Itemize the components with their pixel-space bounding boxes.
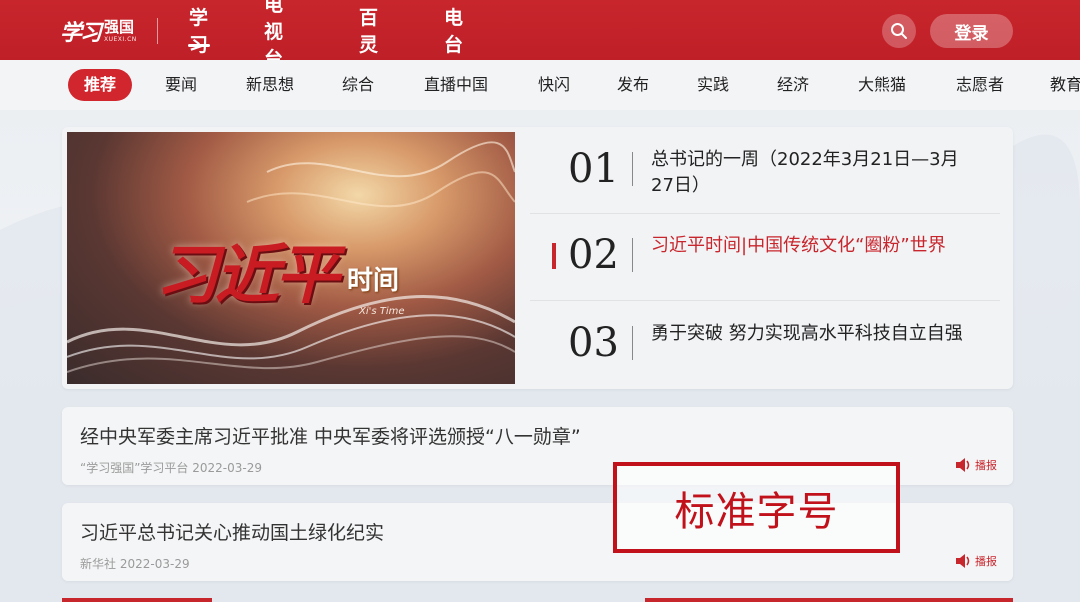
bottom-progress-strip <box>645 598 1013 602</box>
ranking-item-3[interactable]: 03 勇于突破 努力实现高水平科技自立自强 <box>568 321 1038 365</box>
ranking-divider <box>530 213 1000 214</box>
category-tab-volunteer[interactable]: 志愿者 <box>956 69 1004 101</box>
category-tab-panda[interactable]: 大熊猫 <box>858 69 906 101</box>
category-tab-flash[interactable]: 快闪 <box>538 69 570 101</box>
broadcast-button[interactable]: 播报 <box>955 457 997 473</box>
category-tab-live-china[interactable]: 直播中国 <box>424 69 488 101</box>
search-button[interactable] <box>882 14 916 48</box>
category-tab-general[interactable]: 综合 <box>342 69 374 101</box>
nav-item-tv[interactable]: 电视台 <box>264 0 283 70</box>
nav-item-bailing[interactable]: 百灵 <box>359 0 378 60</box>
category-bar: 推荐 要闻 新思想 综合 直播中国 快闪 发布 实践 经济 大熊猫 志愿者 教育 <box>0 60 1080 110</box>
speaker-icon <box>956 554 970 568</box>
category-tab-news[interactable]: 要闻 <box>165 69 197 101</box>
annotation-label: 标准字号 <box>674 488 839 535</box>
login-button[interactable]: 登录 <box>930 14 1013 48</box>
category-tab-economy[interactable]: 经济 <box>777 69 809 101</box>
news-source: 新华社 <box>80 557 117 571</box>
broadcast-label: 播报 <box>975 459 997 472</box>
nav-item-radio[interactable]: 电台 <box>444 0 463 60</box>
feature-image-title: 习近平 <box>155 238 339 313</box>
news-meta: 新华社 2022-03-29 <box>80 555 190 572</box>
ranking-title: 总书记的一周（2022年3月21日—3月27日） <box>651 149 959 196</box>
category-tab-education[interactable]: 教育 <box>1050 69 1080 101</box>
ranking-item-2[interactable]: 02 习近平时间|中国传统文化“圈粉”世界 <box>552 232 1038 278</box>
ranking-title: 习近平时间|中国传统文化“圈粉”世界 <box>651 235 946 256</box>
logo-script: 学习 <box>60 20 102 46</box>
logo-sub-text: XUEXI.CN <box>104 35 137 43</box>
ranking-title: 勇于突破 努力实现高水平科技自立自强 <box>651 323 963 344</box>
news-source: “学习强国”学习平台 <box>80 461 189 475</box>
broadcast-button[interactable]: 播报 <box>955 553 997 569</box>
broadcast-label: 播报 <box>975 555 997 568</box>
news-date: 2022-03-29 <box>192 461 263 475</box>
category-tab-recommend[interactable]: 推荐 <box>67 69 133 101</box>
speaker-icon <box>956 458 970 472</box>
ranking-number: 03 <box>568 320 619 366</box>
logo-main-text: 强国 <box>104 17 135 36</box>
category-tab-practice[interactable]: 实践 <box>697 69 729 101</box>
news-title[interactable]: 经中央军委主席习近平批准 中央军委将评选颁授“八一勋章” <box>80 422 581 449</box>
site-logo[interactable]: 学习 强国 XUEXI.CN <box>60 14 137 48</box>
search-icon <box>891 23 907 39</box>
active-marker <box>552 243 556 269</box>
feature-image[interactable]: 习近平 时间 Xi's Time <box>67 132 515 384</box>
ranking-item-1[interactable]: 01 总书记的一周（2022年3月21日—3月27日） <box>568 147 1038 199</box>
news-date: 2022-03-29 <box>119 557 190 571</box>
bottom-progress-strip <box>62 598 212 602</box>
category-tab-release[interactable]: 发布 <box>617 69 649 101</box>
category-tab-new-thought[interactable]: 新思想 <box>246 69 294 101</box>
news-title[interactable]: 习近平总书记关心推动国土绿化纪实 <box>80 518 384 545</box>
ranking-number: 02 <box>568 232 619 278</box>
ranking-number: 01 <box>568 146 619 192</box>
feature-image-badge: 时间 <box>347 260 399 297</box>
logo-divider <box>157 18 158 44</box>
nav-item-study[interactable]: 学习 <box>187 0 210 60</box>
news-meta: “学习强国”学习平台 2022-03-29 <box>80 459 262 476</box>
feature-image-subtitle: Xi's Time <box>359 306 405 317</box>
ranking-divider <box>530 300 1000 301</box>
font-size-annotation: 标准字号 <box>613 462 900 553</box>
top-bar: 学习 强国 XUEXI.CN 学习 电视台 百灵 电台 登录 <box>0 0 1080 70</box>
feature-card: 习近平 时间 Xi's Time 01 总书记的一周（2022年3月21日—3月… <box>62 127 1013 389</box>
